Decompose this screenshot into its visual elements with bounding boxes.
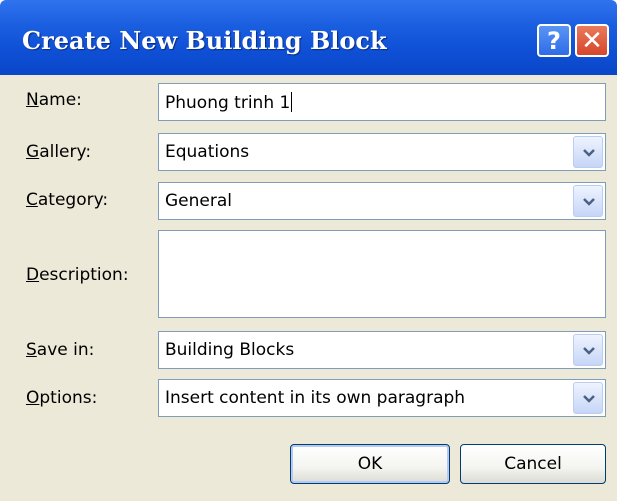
category-label: Category: [26, 190, 108, 210]
close-button[interactable]: ✕ [575, 24, 609, 57]
chevron-down-icon [583, 149, 595, 157]
save-in-select-value: Building Blocks [165, 340, 295, 360]
name-input-value: Phuong trinh 1 [165, 92, 293, 113]
category-select-value: General [165, 191, 232, 211]
category-dropdown-button[interactable] [573, 185, 603, 217]
ok-button[interactable]: OK [290, 444, 450, 484]
chevron-down-icon [583, 347, 595, 355]
options-select-value: Insert content in its own paragraph [165, 388, 466, 408]
options-label-text: ptions: [39, 388, 98, 408]
save-in-select[interactable]: Building Blocks [158, 331, 606, 369]
chevron-down-icon [583, 198, 595, 206]
gallery-select[interactable]: Equations [158, 133, 606, 171]
description-textarea[interactable] [158, 230, 606, 318]
options-label: Options: [26, 388, 97, 408]
create-building-block-dialog: Create New Building Block ? ✕ Name: Phuo… [0, 0, 617, 501]
save-in-label-text: ave in: [36, 340, 95, 360]
options-label-mnemonic: O [26, 388, 40, 408]
gallery-select-value: Equations [165, 142, 250, 162]
category-label-mnemonic: C [26, 190, 38, 210]
gallery-dropdown-button[interactable] [573, 136, 603, 168]
category-label-text: ategory: [37, 190, 109, 210]
description-label-mnemonic: D [26, 265, 40, 285]
help-button[interactable]: ? [537, 24, 571, 57]
name-label: Name: [26, 90, 82, 110]
options-select[interactable]: Insert content in its own paragraph [158, 379, 606, 417]
description-label: Description: [26, 265, 129, 285]
help-icon: ? [547, 26, 561, 55]
dialog-title: Create New Building Block [22, 26, 387, 55]
cancel-button[interactable]: Cancel [460, 444, 606, 484]
category-select[interactable]: General [158, 182, 606, 220]
gallery-label-mnemonic: G [26, 142, 40, 162]
name-input[interactable]: Phuong trinh 1 [158, 83, 606, 121]
name-label-text: ame: [38, 90, 82, 110]
description-label-text: escription: [39, 265, 129, 285]
save-in-label-mnemonic: S [26, 340, 37, 360]
name-value-text: Phuong trinh 1 [165, 93, 291, 113]
name-label-mnemonic: N [26, 90, 39, 110]
save-in-label: Save in: [26, 340, 94, 360]
options-dropdown-button[interactable] [573, 382, 603, 414]
chevron-down-icon [583, 395, 595, 403]
title-bar[interactable]: Create New Building Block ? ✕ [0, 0, 617, 75]
gallery-label-text: allery: [39, 142, 92, 162]
gallery-label: Gallery: [26, 142, 91, 162]
text-caret [291, 92, 293, 112]
close-icon: ✕ [581, 25, 603, 56]
save-in-dropdown-button[interactable] [573, 334, 603, 366]
